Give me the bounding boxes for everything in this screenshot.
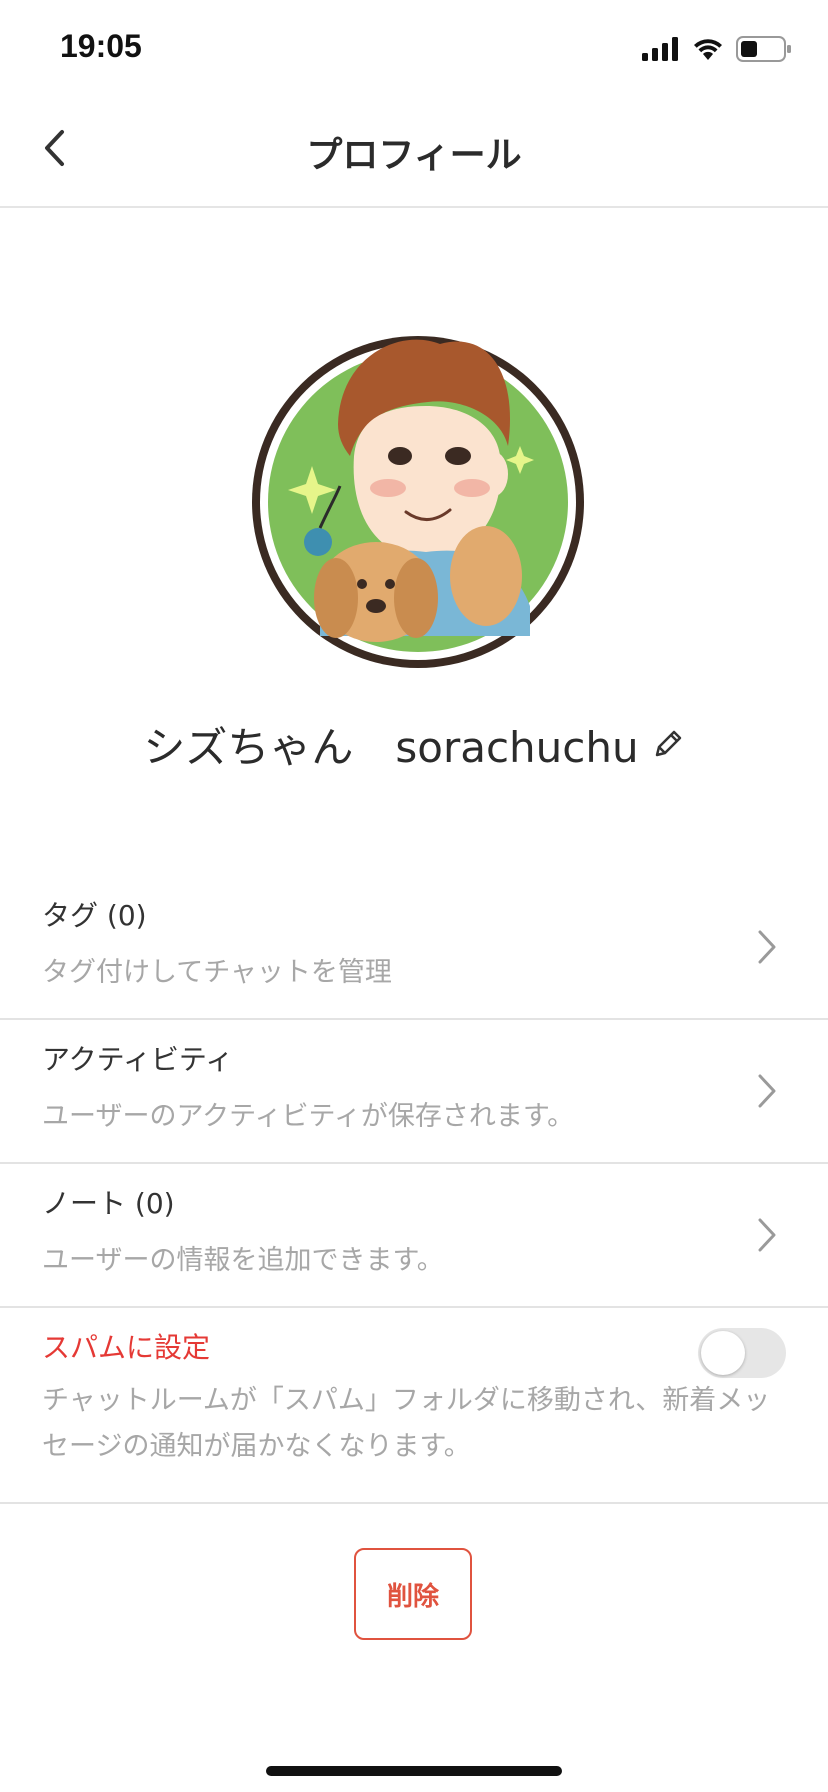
delete-button[interactable]: 削除 [354,1548,472,1640]
chevron-right-icon [758,1218,776,1252]
tags-subtitle: タグ付けしてチャットを管理 [42,957,392,988]
signal-icon [642,37,678,61]
avatar[interactable] [250,306,586,672]
list-item-spam: スパムに設定 チャットルームが「スパム」フォルダに移動され、新着メッセージの通知… [0,1308,828,1504]
activity-subtitle: ユーザーのアクティビティが保存されます。 [42,1101,575,1132]
battery-icon [736,36,791,62]
wifi-icon [694,39,722,60]
notes-subtitle: ユーザーの情報を追加できます。 [42,1245,444,1276]
chevron-right-icon [758,930,776,964]
tags-title: タグ (0) [42,899,147,932]
list-item-tags[interactable]: タグ (0) タグ付けしてチャットを管理 [0,876,828,1020]
activity-title: アクティビティ [42,1043,234,1076]
status-icons [640,36,792,62]
pencil-icon[interactable] [651,727,685,761]
nav-header: プロフィール [0,96,828,208]
list-item-activity[interactable]: アクティビティ ユーザーのアクティビティが保存されます。 [0,1020,828,1164]
spam-title: スパムに設定 [42,1331,211,1364]
settings-list: タグ (0) タグ付けしてチャットを管理 アクティビティ ユーザーのアクティビテ… [0,876,828,1504]
home-indicator [266,1766,562,1776]
notes-title: ノート (0) [42,1187,175,1220]
list-item-notes[interactable]: ノート (0) ユーザーの情報を追加できます。 [0,1164,828,1308]
toggle-knob [701,1331,745,1375]
spam-toggle[interactable] [698,1328,786,1378]
status-bar: 19:05 [0,0,828,96]
profile-name: シズちゃん sorachuchu [143,722,639,772]
chevron-right-icon [758,1074,776,1108]
spam-description: チャットルームが「スパム」フォルダに移動され、新着メッセージの通知が届かなくなり… [42,1385,771,1462]
profile-name-row: シズちゃん sorachuchu [0,714,828,774]
page-title: プロフィール [306,135,522,176]
status-time: 19:05 [60,28,142,64]
